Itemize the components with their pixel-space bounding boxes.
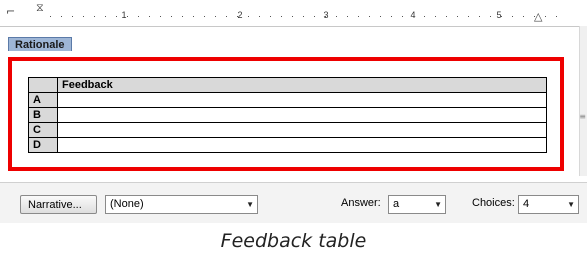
ruler-tick xyxy=(501,16,502,17)
ruler-tick xyxy=(490,16,491,17)
answer-select-value: a xyxy=(393,198,400,210)
ruler-tick xyxy=(116,16,117,17)
bottom-toolbar: Narrative... (None) ▼ Answer: a ▼ Choice… xyxy=(0,182,587,223)
ruler-tick xyxy=(358,16,359,17)
row-label: D xyxy=(28,137,58,153)
narrative-button[interactable]: Narrative... xyxy=(20,195,97,214)
feedback-cell[interactable] xyxy=(57,107,547,123)
ruler-strip: ⌐ ⧖ △ 1 2 3 4 5 xyxy=(0,2,587,23)
narrative-select-value: (None) xyxy=(110,198,144,210)
ruler-tick xyxy=(369,16,370,17)
ruler-tick xyxy=(72,16,73,17)
right-indent-marker[interactable]: △ xyxy=(534,11,542,22)
ruler-tick xyxy=(336,16,337,17)
ruler-tick xyxy=(347,16,348,17)
ruler-tick xyxy=(171,16,172,17)
row-label: A xyxy=(28,92,58,108)
ruler-tick xyxy=(83,16,84,17)
ruler-tick xyxy=(380,16,381,17)
feedback-cell[interactable] xyxy=(57,92,547,108)
ruler-tick xyxy=(94,16,95,17)
ruler-tick xyxy=(402,16,403,17)
row-label: B xyxy=(28,107,58,123)
ruler-tick xyxy=(281,16,282,17)
ruler-tick xyxy=(303,16,304,17)
ruler-tick xyxy=(50,16,51,17)
feedback-cell[interactable] xyxy=(57,137,547,153)
ruler-tick xyxy=(424,16,425,17)
figure-caption: Feedback table xyxy=(220,230,367,252)
ruler-tick xyxy=(446,16,447,17)
ruler-tick xyxy=(512,16,513,17)
ruler-tick xyxy=(468,16,469,17)
ruler-tick xyxy=(204,16,205,17)
ruler-tick xyxy=(149,16,150,17)
choices-select[interactable]: 4 ▼ xyxy=(518,195,579,214)
ruler-tab-marker[interactable]: ⌐ xyxy=(6,6,15,17)
scroll-grip-icon[interactable]: ≡ xyxy=(579,112,586,121)
rationale-tab[interactable]: Rationale xyxy=(8,37,72,52)
table-header-row: Feedback xyxy=(28,77,547,93)
ruler-number-4: 4 xyxy=(410,10,416,20)
feedback-header: Feedback xyxy=(57,77,547,93)
ruler-tick xyxy=(556,16,557,17)
chevron-down-icon: ▼ xyxy=(246,200,254,209)
ruler-tick xyxy=(479,16,480,17)
answer-select[interactable]: a ▼ xyxy=(388,195,446,214)
feedback-cell[interactable] xyxy=(57,122,547,138)
vertical-scrollbar[interactable]: ≡ xyxy=(579,26,587,176)
ruler-tick xyxy=(413,16,414,17)
ruler-tick xyxy=(534,16,535,17)
ruler-tick xyxy=(182,16,183,17)
narrative-select[interactable]: (None) ▼ xyxy=(105,195,258,214)
ruler-tick xyxy=(325,16,326,17)
ruler-tick xyxy=(160,16,161,17)
ruler-tick xyxy=(248,16,249,17)
ruler: ⌐ ⧖ △ 1 2 3 4 5 xyxy=(0,0,587,27)
ruler-tick xyxy=(457,16,458,17)
chevron-down-icon: ▼ xyxy=(567,200,575,209)
row-label: C xyxy=(28,122,58,138)
ruler-tick xyxy=(237,16,238,17)
table-row: B xyxy=(28,107,547,123)
ruler-tick xyxy=(215,16,216,17)
ruler-number-2: 2 xyxy=(237,10,243,20)
chevron-down-icon: ▼ xyxy=(434,200,442,209)
ruler-tick xyxy=(226,16,227,17)
table-row: C xyxy=(28,122,547,138)
ruler-tick xyxy=(61,16,62,17)
ruler-tick xyxy=(127,16,128,17)
ruler-tick xyxy=(292,16,293,17)
table-row: A xyxy=(28,92,547,108)
ruler-tick xyxy=(138,16,139,17)
first-line-indent-marker[interactable]: ⧖ xyxy=(36,2,44,13)
ruler-tick xyxy=(314,16,315,17)
ruler-tick xyxy=(259,16,260,17)
table-corner-cell xyxy=(28,77,58,93)
ruler-number-5: 5 xyxy=(496,10,502,20)
ruler-number-1: 1 xyxy=(121,10,127,20)
feedback-table: Feedback A B C D xyxy=(28,77,547,153)
ruler-tick xyxy=(193,16,194,17)
ruler-tick xyxy=(270,16,271,17)
answer-label: Answer: xyxy=(341,197,381,209)
ruler-tick xyxy=(435,16,436,17)
table-row: D xyxy=(28,137,547,153)
ruler-tick xyxy=(105,16,106,17)
choices-select-value: 4 xyxy=(523,198,530,210)
ruler-number-3: 3 xyxy=(323,10,329,20)
ruler-tick xyxy=(391,16,392,17)
ruler-tick xyxy=(545,16,546,17)
choices-label: Choices: xyxy=(472,197,515,209)
ruler-tick xyxy=(523,16,524,17)
